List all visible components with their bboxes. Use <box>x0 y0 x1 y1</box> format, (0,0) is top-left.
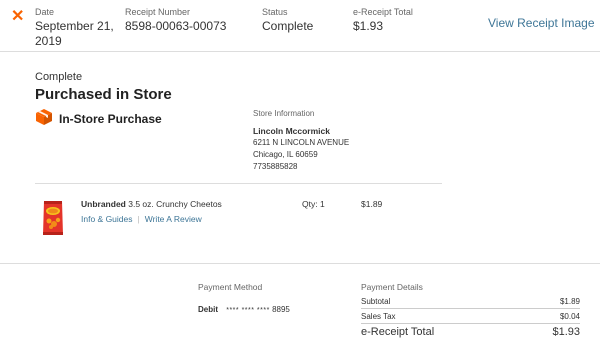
receipt-number-label: Receipt Number <box>125 7 191 17</box>
write-review-link[interactable]: Write A Review <box>145 214 202 224</box>
receipt-header: ✕ Date September 21, 2019 Receipt Number… <box>0 0 600 52</box>
store-phone: 7735885828 <box>253 162 298 171</box>
view-receipt-image-link[interactable]: View Receipt Image <box>488 16 595 30</box>
status-label: Status <box>262 7 288 17</box>
subtotal-value: $1.89 <box>559 297 580 306</box>
sales-tax-value: $0.04 <box>559 312 580 321</box>
receipt-total-label: e-Receipt Total <box>361 326 435 338</box>
subtotal-row: Subtotal $1.89 <box>361 297 580 306</box>
product-links: Info & Guides | Write A Review <box>81 214 202 224</box>
receipt-total-row: e-Receipt Total $1.93 <box>361 326 580 338</box>
divider <box>361 308 580 309</box>
status-column: Status Complete <box>262 7 313 34</box>
item-quantity: Qty: 1 <box>302 199 325 209</box>
date-column: Date September 21, 2019 <box>35 7 114 49</box>
total-column: e-Receipt Total $1.93 <box>353 7 413 34</box>
card-last4: 8895 <box>272 305 290 314</box>
store-address-line2: Chicago, IL 60659 <box>253 150 318 159</box>
product-image[interactable] <box>41 199 65 237</box>
status-value: Complete <box>262 19 314 33</box>
sales-tax-row: Sales Tax $0.04 <box>361 312 580 321</box>
date-value-line2: 2019 <box>35 34 62 48</box>
total-value: $1.93 <box>353 19 384 33</box>
receipt-number-value: 8598-00063-00073 <box>125 19 227 33</box>
store-name: Lincoln Mccormick <box>253 126 330 136</box>
receipt-number-column: Receipt Number 8598-00063-00073 <box>125 7 226 34</box>
divider <box>35 183 442 184</box>
divider <box>361 323 580 324</box>
info-guides-link[interactable]: Info & Guides <box>81 214 133 224</box>
product-name[interactable]: Unbranded 3.5 oz. Crunchy Cheetos <box>81 199 222 209</box>
date-value-line1: September 21, <box>35 19 114 33</box>
date-label: Date <box>35 7 55 17</box>
payment-type: Debit <box>198 305 218 314</box>
divider <box>0 263 600 264</box>
product-brand: Unbranded <box>81 199 126 209</box>
product-title: 3.5 oz. Crunchy Cheetos <box>128 199 222 209</box>
close-icon[interactable]: ✕ <box>11 9 25 25</box>
sales-tax-label: Sales Tax <box>361 312 396 321</box>
payment-details-label: Payment Details <box>361 282 423 292</box>
store-address-line1: 6211 N LINCOLN AVENUE <box>253 138 350 147</box>
receipt-total-value: $1.93 <box>552 326 580 338</box>
store-box-icon <box>36 109 52 125</box>
item-price: $1.89 <box>361 199 383 209</box>
payment-method-label: Payment Method <box>198 282 263 292</box>
store-information: Store Information Lincoln Mccormick 6211… <box>253 108 349 173</box>
page-title: Purchased in Store <box>35 86 172 103</box>
store-info-label: Store Information <box>253 109 315 118</box>
purchase-type: In-Store Purchase <box>59 112 162 126</box>
total-label: e-Receipt Total <box>353 7 413 17</box>
order-status: Complete <box>35 71 83 83</box>
payment-method-row: Debit **** **** **** 8895 <box>198 305 290 314</box>
link-separator: | <box>137 214 140 224</box>
card-mask: **** **** **** <box>226 307 270 314</box>
subtotal-label: Subtotal <box>361 297 391 306</box>
